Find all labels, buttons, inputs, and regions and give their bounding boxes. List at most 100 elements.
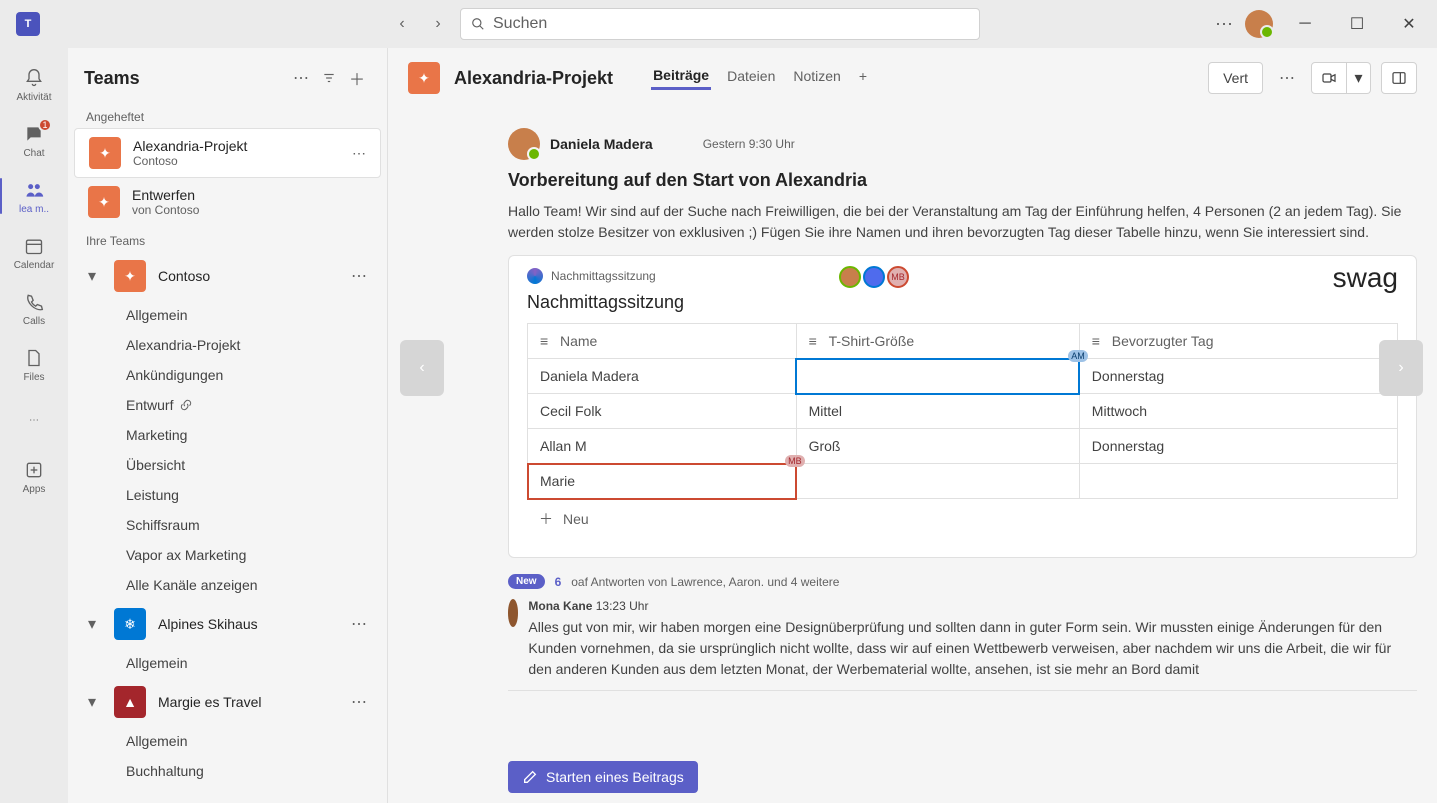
tab-add[interactable]: + bbox=[857, 68, 869, 88]
team-avatar-icon: ✦ bbox=[89, 137, 121, 169]
team-margie[interactable]: ▾ ▲ Margie es Travel ⋯ bbox=[74, 678, 381, 726]
chevron-down-icon: ▾ bbox=[88, 614, 102, 634]
channel-item[interactable]: Vapor ax Marketing bbox=[114, 540, 387, 570]
rail-more[interactable]: ⋯ bbox=[0, 392, 68, 448]
team-more-button[interactable]: ⋯ bbox=[351, 614, 367, 634]
pinned-team-alexandria[interactable]: ✦ Alexandria-Projekt Contoso ⋯ bbox=[74, 128, 381, 178]
team-avatar-icon: ❄ bbox=[114, 608, 146, 640]
team-sub: von Contoso bbox=[132, 203, 199, 217]
nav-forward-button[interactable]: › bbox=[424, 10, 452, 38]
presence-row: MB bbox=[839, 266, 909, 288]
reply-body: Alles gut von mir, wir haben morgen eine… bbox=[528, 617, 1417, 680]
app-rail: Aktivität 1 Chat lea m.. Calendar Calls … bbox=[0, 48, 68, 803]
channel-item[interactable]: Ankündigungen bbox=[114, 360, 387, 390]
tab-posts[interactable]: Beiträge bbox=[651, 67, 711, 90]
rail-calendar[interactable]: Calendar bbox=[0, 224, 68, 280]
post-time: Gestern 9:30 Uhr bbox=[703, 137, 795, 151]
channel-title: Alexandria-Projekt bbox=[454, 68, 613, 89]
channel-item[interactable]: Alle Kanäle anzeigen bbox=[114, 570, 387, 600]
window-close-button[interactable]: ✕ bbox=[1389, 8, 1429, 40]
team-alpines[interactable]: ▾ ❄ Alpines Skihaus ⋯ bbox=[74, 600, 381, 648]
channel-avatar-icon: ✦ bbox=[408, 62, 440, 94]
loop-add-row-button[interactable]: ＋ Neu bbox=[527, 499, 1398, 539]
team-contoso[interactable]: ▾ ✦ Contoso ⋯ bbox=[74, 252, 381, 300]
rail-activity-label: Aktivität bbox=[16, 92, 51, 103]
presence-avatar[interactable]: MB bbox=[887, 266, 909, 288]
team-more-button[interactable]: ⋯ bbox=[352, 145, 366, 162]
phone-icon bbox=[22, 290, 46, 314]
sidebar-filter-button[interactable] bbox=[315, 64, 343, 92]
channel-item[interactable]: Alexandria-Projekt bbox=[114, 330, 387, 360]
channel-item[interactable]: Buchhaltung bbox=[114, 756, 387, 786]
channel-item[interactable]: Marketing bbox=[114, 420, 387, 450]
pinned-team-entwerfen[interactable]: ✦ Entwerfen von Contoso bbox=[74, 178, 381, 226]
rail-teams-label: lea m.. bbox=[19, 204, 49, 215]
rail-chat[interactable]: 1 Chat bbox=[0, 112, 68, 168]
presence-avatar[interactable] bbox=[839, 266, 861, 288]
rail-calls[interactable]: Calls bbox=[0, 280, 68, 336]
panel-toggle-button[interactable] bbox=[1381, 62, 1417, 94]
team-name: Entwerfen bbox=[132, 187, 199, 203]
carousel-prev-button[interactable]: ‹ bbox=[400, 340, 444, 396]
sidebar-title: Teams bbox=[84, 68, 287, 89]
loop-add-label: Neu bbox=[563, 511, 589, 527]
more-icon: ⋯ bbox=[22, 408, 46, 432]
reply-avatar[interactable] bbox=[508, 599, 518, 627]
search-input[interactable]: Suchen bbox=[460, 8, 980, 40]
loop-table[interactable]: ≡Name ≡T-Shirt-Größe ≡Bevorzugter Tag Da… bbox=[527, 323, 1398, 499]
tab-files[interactable]: Dateien bbox=[725, 68, 777, 88]
vert-button[interactable]: Vert bbox=[1208, 62, 1263, 94]
channel-header: ✦ Alexandria-Projekt Beiträge Dateien No… bbox=[388, 48, 1437, 108]
post-title: Vorbereitung auf den Start von Alexandri… bbox=[508, 170, 1417, 191]
channel-item[interactable]: Leistung bbox=[114, 480, 387, 510]
nav-back-button[interactable]: ‹ bbox=[388, 10, 416, 38]
channel-item[interactable]: Allgemein bbox=[114, 648, 387, 678]
rail-activity[interactable]: Aktivität bbox=[0, 56, 68, 112]
pinned-section-label: Angeheftet bbox=[68, 102, 387, 128]
team-more-button[interactable]: ⋯ bbox=[351, 266, 367, 286]
tab-notes[interactable]: Notizen bbox=[791, 68, 842, 88]
sidebar-add-button[interactable]: ＋ bbox=[343, 64, 371, 92]
titlebar-more-button[interactable]: ⋯ bbox=[1215, 14, 1233, 35]
reply-author: Mona Kane bbox=[528, 599, 592, 613]
channel-item[interactable]: Entwurf bbox=[114, 390, 387, 420]
content-scroll: Daniela Madera Gestern 9:30 Uhr Vorberei… bbox=[388, 108, 1437, 803]
window-minimize-button[interactable]: ─ bbox=[1285, 8, 1325, 40]
carousel-next-button[interactable]: › bbox=[1379, 340, 1423, 396]
team-name: Contoso bbox=[158, 268, 210, 284]
rail-teams[interactable]: lea m.. bbox=[0, 168, 68, 224]
presence-avatar[interactable] bbox=[863, 266, 885, 288]
col-day: ≡Bevorzugter Tag bbox=[1079, 324, 1397, 359]
loop-title: Nachmittagssitzung bbox=[527, 292, 1398, 313]
search-placeholder: Suchen bbox=[493, 15, 547, 33]
user-avatar[interactable] bbox=[1245, 10, 1273, 38]
header-more-button[interactable]: ⋯ bbox=[1273, 68, 1301, 88]
loop-component[interactable]: Nachmittagssitzung MB swag Nachmittagssi… bbox=[508, 255, 1417, 558]
meet-dropdown-button[interactable]: ▾ bbox=[1347, 62, 1371, 94]
rail-files[interactable]: Files bbox=[0, 336, 68, 392]
team-name: Margie es Travel bbox=[158, 694, 261, 710]
sidebar-more-button[interactable]: ⋯ bbox=[287, 64, 315, 92]
channel-item[interactable]: Schiffsraum bbox=[114, 510, 387, 540]
file-icon bbox=[22, 346, 46, 370]
window-maximize-button[interactable]: ☐ bbox=[1337, 8, 1377, 40]
text-column-icon: ≡ bbox=[809, 333, 823, 349]
team-more-button[interactable]: ⋯ bbox=[351, 692, 367, 712]
meet-button[interactable] bbox=[1311, 62, 1347, 94]
reply-time: 13:23 Uhr bbox=[596, 599, 649, 613]
new-post-button[interactable]: Starten eines Beitrags bbox=[508, 761, 698, 793]
presence-badge-am: AM bbox=[1068, 350, 1088, 362]
table-row: MarieMB bbox=[528, 464, 1398, 499]
main-area: ✦ Alexandria-Projekt Beiträge Dateien No… bbox=[388, 48, 1437, 803]
rail-apps[interactable]: Apps bbox=[0, 448, 68, 504]
table-row: Cecil Folk Mittel Mittwoch bbox=[528, 394, 1398, 429]
channel-item[interactable]: Allgemein bbox=[114, 300, 387, 330]
app-logo: T bbox=[16, 12, 40, 36]
channel-item[interactable]: Allgemein bbox=[114, 726, 387, 756]
channel-item[interactable]: Übersicht bbox=[114, 450, 387, 480]
replies-summary[interactable]: New 6 oaf Antworten von Lawrence, Aaron.… bbox=[508, 574, 1417, 589]
author-avatar[interactable] bbox=[508, 128, 540, 160]
text-column-icon: ≡ bbox=[1092, 333, 1106, 349]
team-avatar-icon: ▲ bbox=[114, 686, 146, 718]
team-avatar-icon: ✦ bbox=[88, 186, 120, 218]
